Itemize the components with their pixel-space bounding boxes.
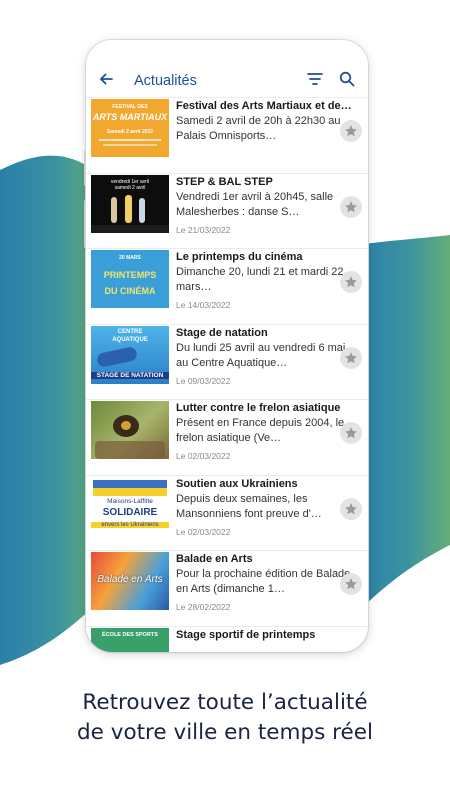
item-description: Vendredi 1er avril à 20h45, salle Malesh… [176,190,334,218]
list-item[interactable]: ÉCOLE DES SPORTS Stage sportif de printe… [86,627,368,652]
item-description: Présent en France depuis 2004, le frelon… [176,417,345,444]
phone-frame: Actualités FESTIVAL DES ARTS MARTIAUX Sa… [86,40,368,652]
back-arrow-icon[interactable] [96,69,116,89]
favorite-star-icon[interactable] [340,346,362,369]
item-date: Le 14/03/2022 [176,300,231,310]
item-thumbnail: Balade en Arts [91,552,169,610]
favorite-star-icon[interactable] [340,497,362,520]
favorite-star-icon[interactable] [340,271,362,293]
thumbnail-text: PRINTEMPS [103,270,157,280]
search-icon[interactable] [336,69,358,89]
item-date: Le 02/03/2022 [176,451,231,461]
thumbnail-text: AQUATIQUE [112,336,148,343]
item-description: Du lundi 25 avril au vendredi 6 mai au C… [176,341,346,369]
item-thumbnail: FESTIVAL DES ARTS MARTIAUX Samedi 2 avri… [91,99,169,157]
item-title: Soutien aux Ukrainiens [176,477,298,490]
item-thumbnail: vendredi 1er avril samedi 2 avril [91,174,169,233]
item-thumbnail: Maisons-Laffitte SOLIDAIRE envers les Uk… [91,476,169,535]
item-title: Festival des Arts Martiaux et de l'inclu… [176,100,352,112]
page-title: Actualités [134,73,197,89]
item-title: Lutter contre le frelon asiatique [176,402,341,414]
favorite-star-icon[interactable] [340,573,362,595]
sort-icon[interactable] [304,69,326,89]
list-item[interactable]: vendredi 1er avril samedi 2 avril STEP &… [86,174,368,249]
item-title: Balade en Arts [176,553,253,565]
thumbnail-text: DU CINÉMA [104,286,156,296]
favorite-star-icon[interactable] [340,422,362,444]
item-thumbnail: 20 MARS PRINTEMPS DU CINÉMA [91,250,169,308]
list-item[interactable]: Maisons-Laffitte SOLIDAIRE envers les Uk… [86,476,368,551]
item-description: Depuis deux semaines, les Mansonniens fo… [176,492,322,520]
thumbnail-text: SOLIDAIRE [102,506,158,518]
thumbnail-text: Maisons-Laffitte [107,497,153,505]
thumbnail-text: CENTRE [117,328,143,335]
item-description: Pour la prochaine édition de Balade en A… [176,568,351,595]
list-item[interactable]: FESTIVAL DES ARTS MARTIAUX Samedi 2 avri… [86,98,368,174]
list-item[interactable]: Balade en Arts Balade en Arts Pour la pr… [86,551,368,627]
item-title: Stage de natation [176,326,268,339]
item-title: Stage sportif de printemps [176,628,316,641]
thumbnail-text: envers les Ukrainiens [91,521,169,528]
thumbnail-text: STAGE DE NATATION [91,371,169,379]
item-date: Le 02/03/2022 [176,526,231,537]
news-list: FESTIVAL DES ARTS MARTIAUX Samedi 2 avri… [86,98,368,652]
item-title: STEP & BAL STEP [176,175,273,188]
thumbnail-text: FESTIVAL DES [112,104,148,110]
item-description: Samedi 2 avril de 20h à 22h30 au Palais … [176,115,341,142]
thumbnail-text: ARTS MARTIAUX [92,112,168,122]
list-item[interactable]: 20 MARS PRINTEMPS DU CINÉMA Le printemps… [86,249,368,325]
favorite-star-icon[interactable] [340,195,362,218]
item-thumbnail [91,401,169,459]
favorite-star-icon[interactable] [340,120,362,142]
item-description: Dimanche 20, lundi 21 et mardi 22 mars… [176,266,344,293]
item-title: Le printemps du cinéma [176,251,303,263]
list-item[interactable]: Lutter contre le frelon asiatique Présen… [86,400,368,476]
item-thumbnail: ÉCOLE DES SPORTS [91,627,169,652]
thumbnail-text: ÉCOLE DES SPORTS [102,631,158,638]
thumbnail-text: 20 MARS [119,255,141,261]
thumbnail-text: samedi 2 avril [114,184,146,191]
thumbnail-text: Samedi 2 avril 2022 [106,129,154,135]
item-thumbnail: CENTRE AQUATIQUE STAGE DE NATATION [91,325,169,384]
item-date: Le 09/03/2022 [176,375,231,386]
thumbnail-text: Balade en Arts [97,574,163,585]
app-bar: Actualités [86,40,368,98]
list-item[interactable]: CENTRE AQUATIQUE STAGE DE NATATION Stage… [86,325,368,400]
item-date: Le 21/03/2022 [176,224,231,235]
caption-line-2: de votre ville en temps réel [77,720,373,745]
item-date: Le 28/02/2022 [176,602,231,612]
caption-line-1: Retrouvez toute l’actualité [82,690,368,715]
